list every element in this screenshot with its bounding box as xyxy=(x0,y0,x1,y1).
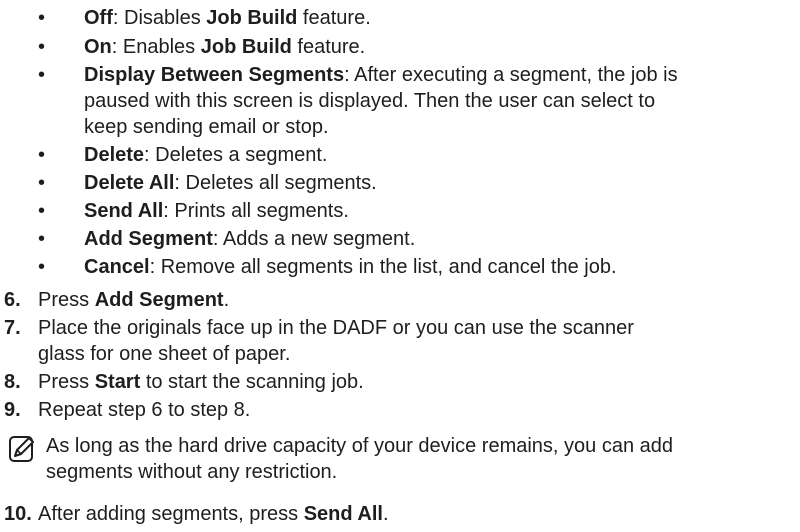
note-text-line1: As long as the hard drive capacity of yo… xyxy=(46,435,674,457)
list-item: • Cancel: Remove all segments in the lis… xyxy=(38,256,617,278)
list-item: • Display Between Segments: After execut… xyxy=(38,64,678,86)
list-item: • On: Enables Job Build feature. xyxy=(38,36,366,58)
note-text-line2: segments without any restriction. xyxy=(46,461,338,483)
list-item-continuation: keep sending email or stop. xyxy=(84,116,329,138)
list-item-continuation: paused with this screen is displayed. Th… xyxy=(84,90,656,112)
list-item: • Delete: Deletes a segment. xyxy=(38,144,328,166)
note-pencil-icon xyxy=(9,436,34,462)
list-item: • Off: Disables Job Build feature. xyxy=(38,7,371,29)
list-item: • Add Segment: Adds a new segment. xyxy=(38,228,416,250)
list-item: • Send All: Prints all segments. xyxy=(38,200,349,222)
list-item: • Delete All: Deletes all segments. xyxy=(38,172,377,194)
